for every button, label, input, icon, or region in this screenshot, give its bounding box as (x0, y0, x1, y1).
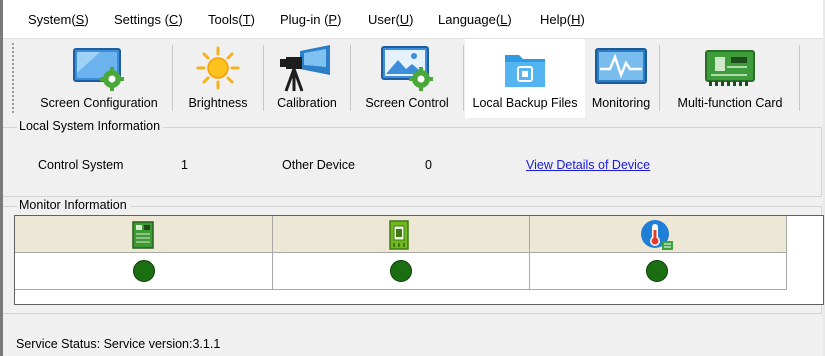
menu-help[interactable]: Help(H) (540, 12, 585, 27)
receiving-card-status-indicator (133, 260, 155, 282)
multi-function-card-button[interactable]: Multi-function Card (662, 39, 798, 119)
control-system-label: Control System (38, 158, 124, 172)
temperature-status-indicator (646, 260, 668, 282)
toolbar: Screen Configuration Brightness Calibrat… (3, 38, 823, 119)
screen-control-icon (378, 45, 436, 94)
calibration-button[interactable]: Calibration (266, 39, 348, 119)
menu-system[interactable]: System(S) (28, 12, 89, 27)
toolbar-separator (350, 45, 351, 111)
calibration-label: Calibration (277, 96, 337, 110)
column-divider (786, 216, 787, 290)
other-device-label: Other Device (282, 158, 355, 172)
brightness-label: Brightness (188, 96, 248, 110)
screen-configuration-label: Screen Configuration (40, 96, 158, 110)
monitor-wave-icon (594, 45, 648, 92)
status-bar: Service Status: Service version:3.1.1 (16, 337, 220, 351)
control-system-value: 1 (181, 158, 188, 172)
screen-configuration-button[interactable]: Screen Configuration (28, 39, 170, 119)
toolbar-separator (172, 45, 173, 111)
screen-control-button[interactable]: Screen Control (353, 39, 461, 119)
menu-language[interactable]: Language(L) (438, 12, 512, 27)
view-details-link[interactable]: View Details of Device (526, 158, 650, 172)
screen-control-label: Screen Control (365, 96, 449, 110)
monitor-info-title: Monitor Information (17, 198, 130, 212)
folder-icon (502, 47, 548, 94)
toolbar-separator (463, 45, 464, 111)
toolbar-separator (799, 45, 800, 111)
service-version-text: Service version:3.1.1 (103, 337, 221, 351)
sun-icon (195, 45, 241, 94)
toolbar-separator (659, 45, 660, 111)
menu-user[interactable]: User(U) (368, 12, 414, 27)
receiving-card-icon (131, 220, 155, 253)
menu-plugin[interactable]: Plug-in (P) (280, 12, 341, 27)
local-system-info-group (3, 127, 822, 197)
menu-tools[interactable]: Tools(T) (208, 12, 255, 27)
service-status-label: Service Status: (16, 337, 101, 351)
monitoring-button[interactable]: Monitoring (585, 39, 657, 119)
control-card-icon (387, 220, 411, 253)
local-system-info-title: Local System Information (17, 119, 164, 133)
local-backup-files-button[interactable]: Local Backup Files (465, 39, 585, 119)
camera-icon (278, 45, 336, 96)
monitor-table (14, 215, 824, 305)
other-device-value: 0 (425, 158, 432, 172)
multi-function-card-label: Multi-function Card (677, 96, 783, 110)
column-divider (529, 216, 530, 290)
control-card-status-indicator (390, 260, 412, 282)
screen-config-icon (70, 45, 128, 94)
circuit-card-icon (703, 45, 757, 92)
menu-bar: System(S) Settings (C) Tools(T) Plug-in … (3, 0, 823, 38)
toolbar-grip[interactable] (12, 43, 14, 113)
thermometer-icon (640, 219, 674, 254)
monitoring-label: Monitoring (591, 96, 651, 110)
local-backup-files-label: Local Backup Files (472, 96, 578, 110)
brightness-button[interactable]: Brightness (175, 39, 261, 119)
menu-settings[interactable]: Settings (C) (114, 12, 183, 27)
row-divider (15, 289, 787, 290)
column-divider (272, 216, 273, 290)
toolbar-separator (263, 45, 264, 111)
